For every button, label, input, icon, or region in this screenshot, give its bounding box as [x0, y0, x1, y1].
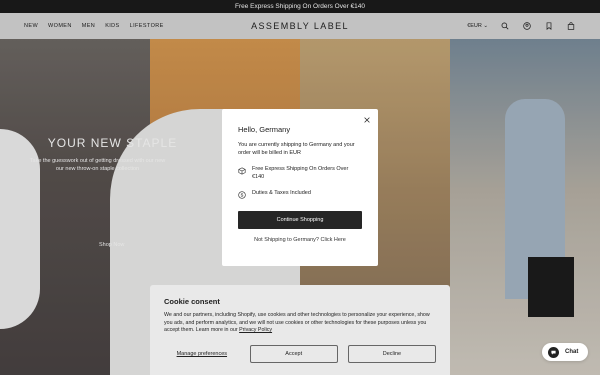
chat-label: Chat: [565, 349, 579, 355]
manage-preferences-link[interactable]: Manage preferences: [164, 351, 240, 357]
change-country-link[interactable]: Not Shipping to Germany? Click Here: [238, 237, 362, 243]
decline-button[interactable]: Decline: [347, 345, 436, 364]
cookie-text-body: We and our partners, including Shopify, …: [164, 312, 430, 334]
country-modal: Hello, Germany You are currently shippin…: [222, 109, 378, 266]
accept-button[interactable]: Accept: [249, 345, 338, 364]
cookie-text: We and our partners, including Shopify, …: [164, 312, 436, 335]
continue-shopping-button[interactable]: Continue Shopping: [238, 210, 362, 229]
chat-bubble-icon: [548, 346, 559, 358]
shipping-info-text: Free Express Shipping On Orders Over €14…: [252, 165, 349, 180]
modal-title: Hello, Germany: [238, 125, 291, 134]
privacy-policy-link[interactable]: Privacy Policy: [239, 327, 272, 333]
cookie-actions: Manage preferences Accept Decline: [164, 345, 436, 364]
cookie-title: Cookie consent: [164, 297, 220, 306]
shipping-info-row: Free Express Shipping On Orders Over €14…: [238, 166, 362, 182]
chat-widget-button[interactable]: Chat: [542, 343, 588, 361]
duties-info-row: $ Duties & Taxes Included: [238, 190, 362, 199]
dollar-circle-icon: $: [238, 191, 246, 199]
duties-info-text: Duties & Taxes Included: [252, 189, 311, 196]
package-icon: [238, 167, 246, 175]
cookie-consent-banner: Cookie consent We and our partners, incl…: [150, 285, 450, 375]
modal-description: You are currently shipping to Germany an…: [238, 142, 355, 156]
close-icon[interactable]: [362, 115, 372, 125]
svg-text:$: $: [241, 192, 244, 198]
